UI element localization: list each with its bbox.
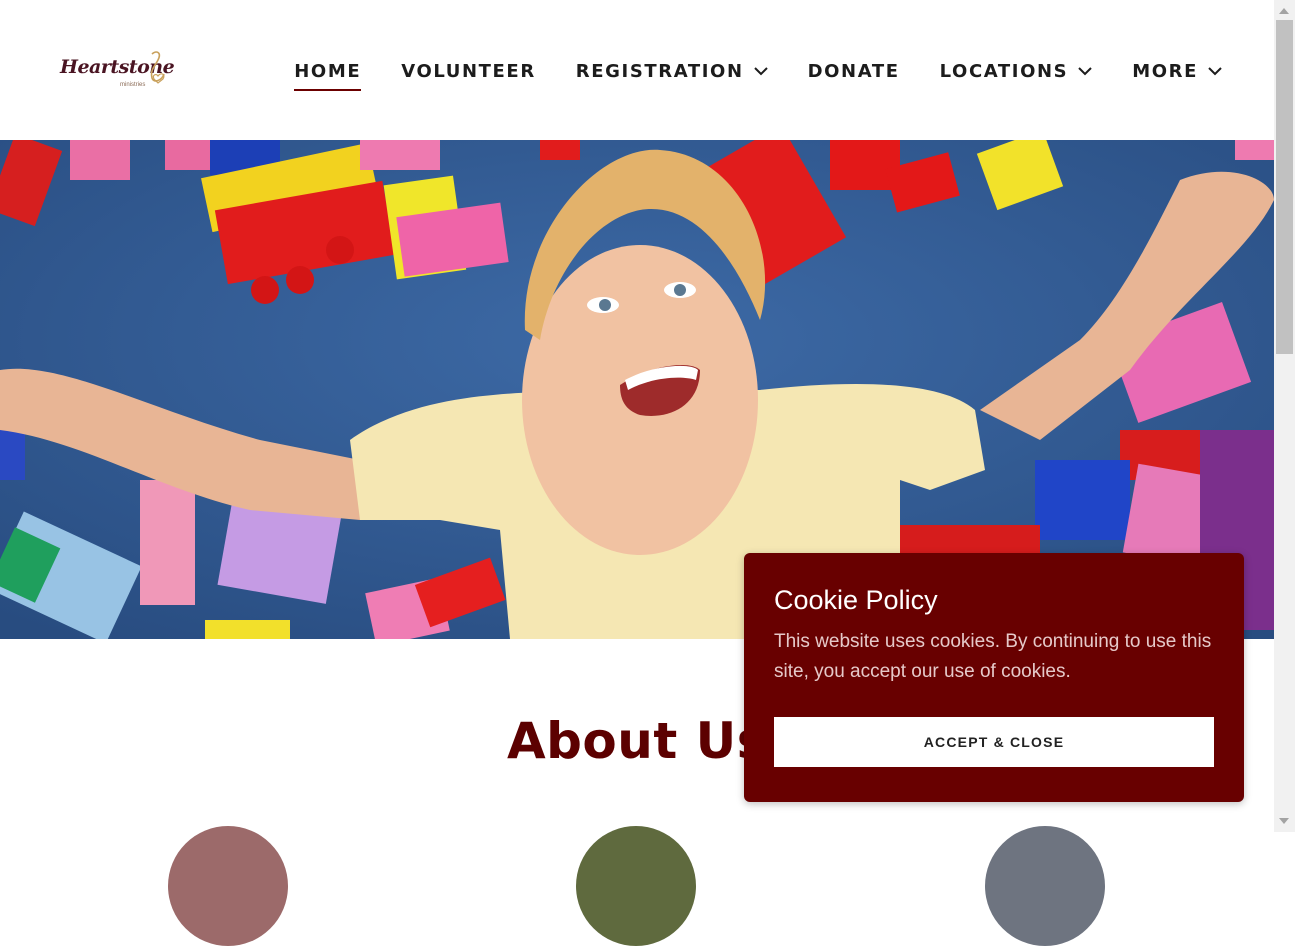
- team-photo: [168, 826, 288, 946]
- scrollbar-thumb[interactable]: [1276, 20, 1293, 354]
- main-nav: HOME VOLUNTEER REGISTRATION DONATE LOCAT…: [254, 58, 1222, 91]
- nav-more-label: MORE: [1132, 60, 1198, 82]
- nav-home-label: HOME: [294, 60, 362, 82]
- accept-close-button[interactable]: ACCEPT & CLOSE: [774, 717, 1214, 767]
- logo[interactable]: Heartstone ministries: [60, 50, 175, 96]
- cookie-title: Cookie Policy: [774, 585, 938, 615]
- nav-home[interactable]: HOME: [294, 60, 362, 91]
- nav-donate-label: DONATE: [807, 60, 900, 82]
- scrollbar[interactable]: [1274, 0, 1295, 832]
- scroll-down-icon[interactable]: [1279, 818, 1289, 824]
- cookie-text: This website uses cookies. By continuing…: [774, 631, 1212, 682]
- nav-more[interactable]: MORE: [1132, 61, 1222, 82]
- heart-icon: [150, 51, 165, 84]
- nav-volunteer[interactable]: VOLUNTEER: [401, 61, 536, 82]
- chevron-down-icon: [753, 66, 768, 75]
- scroll-up-icon[interactable]: [1279, 8, 1289, 14]
- nav-registration[interactable]: REGISTRATION: [576, 61, 768, 82]
- nav-locations-label: LOCATIONS: [939, 60, 1069, 82]
- site-header: Heartstone ministries HOME VOLUNTEER REG…: [0, 0, 1274, 140]
- nav-volunteer-label: VOLUNTEER: [401, 60, 536, 82]
- team-photo: [985, 826, 1105, 946]
- chevron-down-icon: [1208, 66, 1222, 75]
- cookie-banner: Cookie Policy This website uses cookies.…: [744, 553, 1244, 802]
- team-photo: [576, 826, 696, 946]
- chevron-down-icon: [1078, 66, 1092, 75]
- logo-subtext: ministries: [120, 82, 146, 88]
- nav-donate[interactable]: DONATE: [808, 61, 900, 82]
- nav-registration-label: REGISTRATION: [575, 60, 744, 82]
- nav-locations[interactable]: LOCATIONS: [940, 61, 1093, 82]
